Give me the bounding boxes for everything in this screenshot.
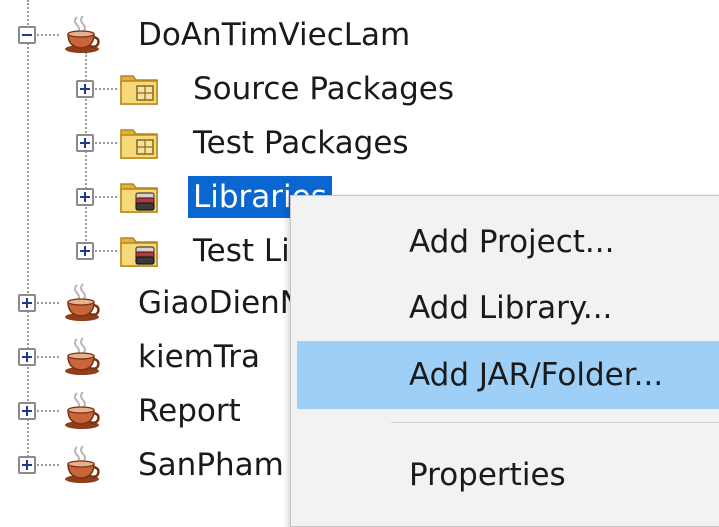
tree-line — [95, 88, 117, 90]
expand-toggle-icon[interactable] — [76, 242, 94, 260]
collapse-toggle-icon[interactable] — [18, 26, 36, 44]
coffee-cup-project-icon — [62, 444, 102, 484]
tree-line — [37, 302, 59, 304]
tree-node-report[interactable]: Report — [138, 390, 241, 432]
expand-toggle-icon[interactable] — [18, 402, 36, 420]
tree-node-kiemtra[interactable]: kiemTra — [138, 336, 260, 378]
tree-node-sanpham[interactable]: SanPham — [138, 444, 284, 486]
tree-node-doantimvieclam[interactable]: DoAnTimViecLam — [138, 14, 410, 56]
menu-item-add-jar-folder[interactable]: Add JAR/Folder... — [297, 341, 719, 409]
tree-line — [95, 196, 117, 198]
coffee-cup-project-icon — [62, 282, 102, 322]
tree-line — [37, 410, 59, 412]
expand-toggle-icon[interactable] — [18, 294, 36, 312]
package-folder-icon — [119, 122, 159, 162]
coffee-cup-project-icon — [62, 14, 102, 54]
menu-item-add-library[interactable]: Add Library... — [297, 274, 719, 342]
library-folder-icon — [119, 230, 159, 270]
menu-separator — [391, 422, 719, 423]
context-menu: Add Project... Add Library... Add JAR/Fo… — [290, 195, 719, 527]
tree-line — [37, 34, 59, 36]
expand-toggle-icon[interactable] — [76, 188, 94, 206]
coffee-cup-project-icon — [62, 336, 102, 376]
tree-node-test-packages[interactable]: Test Packages — [193, 122, 409, 164]
library-folder-icon — [119, 176, 159, 216]
expand-toggle-icon[interactable] — [76, 134, 94, 152]
expand-toggle-icon[interactable] — [18, 348, 36, 366]
tree-line — [37, 356, 59, 358]
tree-line — [95, 250, 117, 252]
coffee-cup-project-icon — [62, 390, 102, 430]
tree-node-source-packages[interactable]: Source Packages — [193, 68, 454, 110]
menu-item-properties[interactable]: Properties — [297, 441, 719, 509]
tree-line — [95, 142, 117, 144]
expand-toggle-icon[interactable] — [18, 456, 36, 474]
menu-item-add-project[interactable]: Add Project... — [297, 208, 719, 276]
expand-toggle-icon[interactable] — [76, 80, 94, 98]
package-folder-icon — [119, 68, 159, 108]
tree-line — [37, 464, 59, 466]
